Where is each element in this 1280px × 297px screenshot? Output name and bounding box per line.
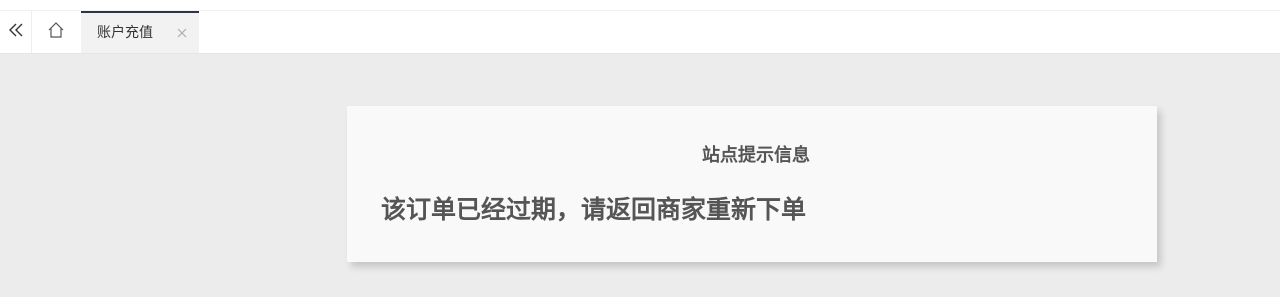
home-icon <box>47 21 65 43</box>
tab-account-recharge[interactable]: 账户充值 <box>81 11 199 53</box>
collapse-sidebar-button[interactable] <box>0 11 32 53</box>
tab-label: 账户充值 <box>97 25 153 41</box>
notice-title: 站点提示信息 <box>702 145 810 166</box>
double-chevron-left-icon <box>8 22 24 42</box>
notice-card: 站点提示信息 该订单已经过期，请返回商家重新下单 <box>347 106 1157 262</box>
tab-bar: 账户充值 <box>0 11 1280 54</box>
notice-message: 该订单已经过期，请返回商家重新下单 <box>381 195 807 224</box>
home-tab[interactable] <box>32 11 80 53</box>
top-bar <box>0 0 1280 11</box>
close-icon[interactable] <box>176 27 188 39</box>
